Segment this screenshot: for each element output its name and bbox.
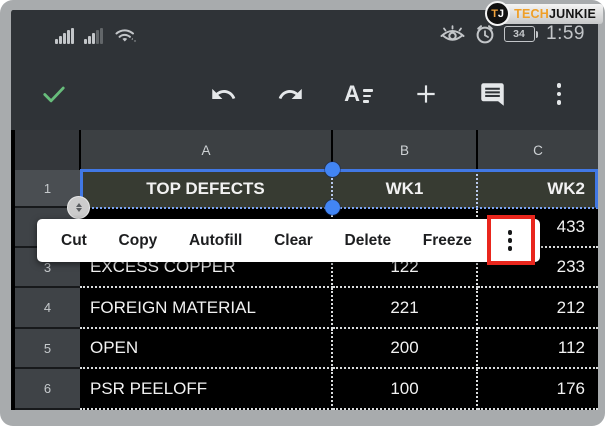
toolbar-overflow-button[interactable]	[546, 78, 572, 110]
techjunkie-logo: TJ TECHJUNKIE	[485, 1, 603, 26]
row-header-5[interactable]: 5	[15, 329, 80, 369]
sheets-toolbar: A	[11, 58, 598, 130]
cell-c1[interactable]: WK2	[478, 170, 598, 208]
cellular-signal-icon	[55, 28, 74, 44]
cell-b6[interactable]: 100	[333, 369, 478, 410]
cell-c4[interactable]: 212	[478, 288, 598, 329]
row-header-6[interactable]: 6	[15, 369, 80, 410]
menu-item-cut[interactable]: Cut	[61, 232, 87, 250]
add-button[interactable]	[413, 78, 439, 110]
sheet-row-1: 1 TOP DEFECTS WK1 WK2	[15, 170, 598, 208]
done-check-button[interactable]	[39, 78, 69, 110]
battery-icon: 34	[504, 26, 539, 42]
cell-context-menu: Cut Copy Autofill Clear Delete Freeze	[37, 219, 540, 262]
menu-item-freeze[interactable]: Freeze	[423, 232, 472, 250]
sheet-row-5: 5 OPEN 200 112	[15, 329, 598, 369]
comment-button[interactable]	[479, 78, 506, 110]
menu-overflow-button[interactable]	[504, 228, 516, 252]
menu-item-delete[interactable]: Delete	[345, 232, 392, 250]
cellular-signal-2-icon	[84, 28, 103, 44]
techjunkie-badge: TJ	[485, 1, 510, 26]
row-drag-handle[interactable]	[67, 196, 90, 219]
cell-a5[interactable]: OPEN	[80, 329, 333, 369]
selection-handle-bottom[interactable]	[325, 200, 340, 215]
sheet-row-4: 4 FOREIGN MATERIAL 221 212	[15, 288, 598, 329]
column-header-a[interactable]: A	[81, 130, 331, 170]
eye-comfort-icon	[439, 25, 466, 44]
cell-a4[interactable]: FOREIGN MATERIAL	[80, 288, 333, 329]
column-header-b[interactable]: B	[333, 130, 476, 170]
cell-b1[interactable]: WK1	[333, 170, 478, 208]
cell-b5[interactable]: 200	[333, 329, 478, 369]
status-left-icons	[55, 25, 137, 44]
alarm-clock-icon	[474, 23, 496, 45]
techjunkie-wordmark: TECHJUNKIE	[498, 4, 603, 24]
cell-a1[interactable]: TOP DEFECTS	[80, 170, 333, 208]
cell-a6[interactable]: PSR PEELOFF	[80, 369, 333, 410]
menu-item-autofill[interactable]: Autofill	[189, 232, 242, 250]
selection-handle-top[interactable]	[325, 162, 340, 177]
toolbar-actions: A	[210, 78, 572, 110]
cell-c5[interactable]: 112	[478, 329, 598, 369]
vertical-dots-icon	[557, 83, 562, 105]
text-format-button[interactable]: A	[344, 78, 373, 110]
redo-button[interactable]	[277, 78, 304, 110]
clock-time: 1:59	[546, 23, 585, 45]
menu-item-clear[interactable]: Clear	[274, 232, 313, 250]
cell-c6[interactable]: 176	[478, 369, 598, 410]
grid-corner-cell[interactable]	[15, 130, 79, 170]
undo-button[interactable]	[210, 78, 237, 110]
column-header-c[interactable]: C	[478, 130, 598, 170]
battery-level: 34	[513, 28, 525, 40]
menu-item-copy[interactable]: Copy	[119, 232, 158, 250]
wifi-icon	[113, 25, 137, 44]
row-header-4[interactable]: 4	[15, 288, 80, 329]
status-right-icons: 34 1:59	[439, 23, 585, 45]
cell-b4[interactable]: 221	[333, 288, 478, 329]
sheet-row-6: 6 PSR PEELOFF 100 176	[15, 369, 598, 410]
screenshot-stage: 34 1:59 A	[0, 0, 605, 426]
